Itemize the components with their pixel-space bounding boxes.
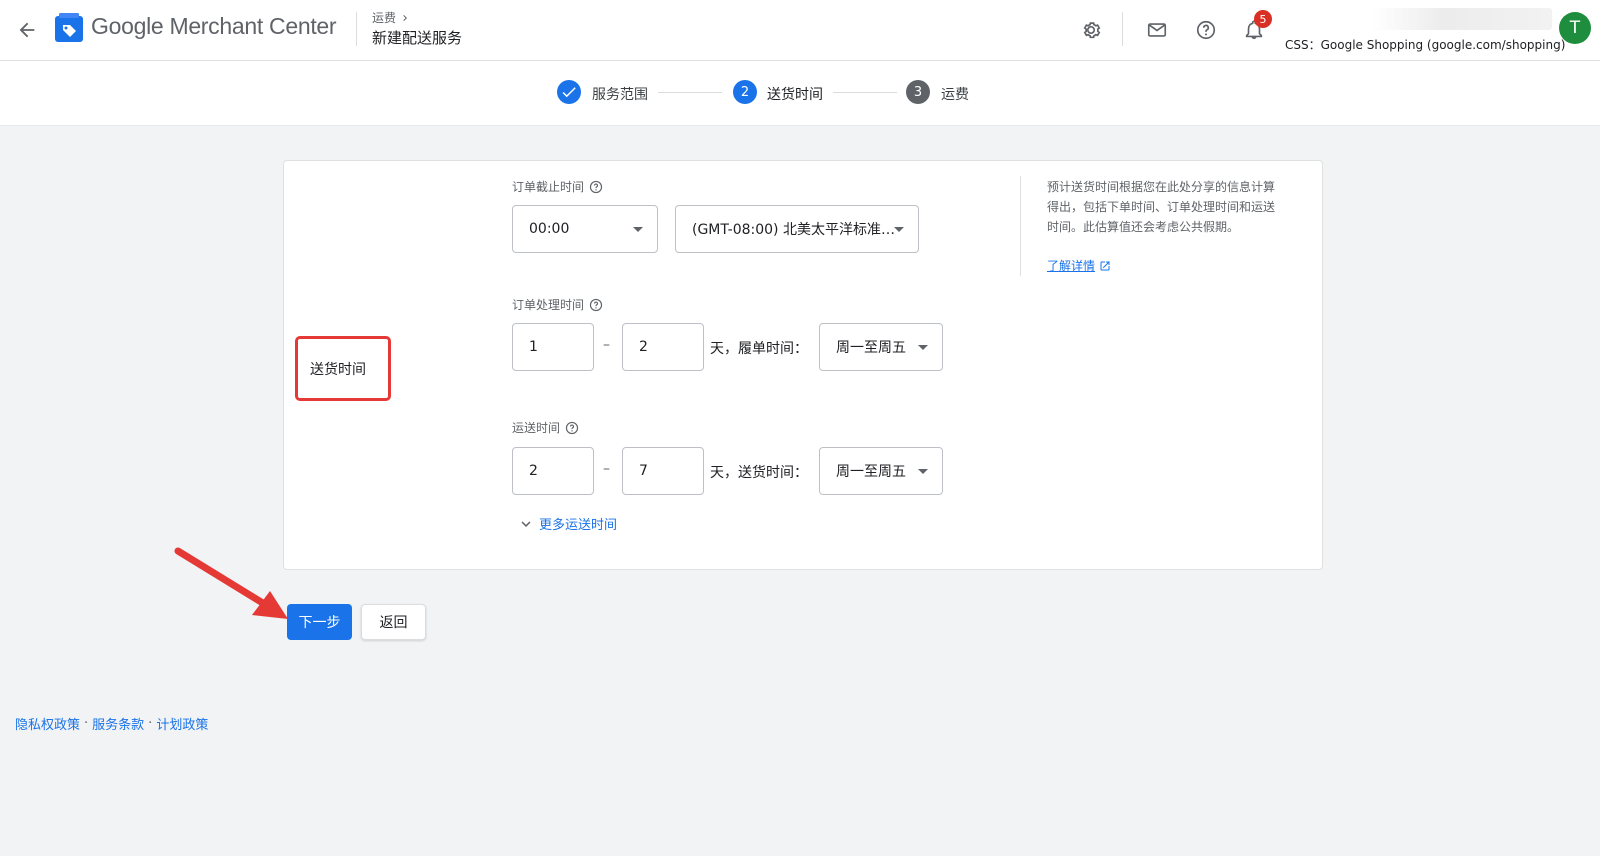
step-2-number: 2 bbox=[733, 80, 757, 104]
help-button[interactable] bbox=[1189, 13, 1223, 47]
transit-max-input[interactable] bbox=[622, 447, 704, 495]
handling-min-input[interactable] bbox=[512, 323, 594, 371]
check-icon bbox=[562, 87, 576, 98]
learn-more-text[interactable]: 了解详情 bbox=[1047, 257, 1095, 274]
cutoff-time-label-text: 订单截止时间 bbox=[512, 180, 585, 194]
annotation-arrow bbox=[174, 547, 288, 619]
handling-time-label-text: 订单处理时间 bbox=[512, 298, 585, 312]
header-divider bbox=[356, 12, 357, 46]
transit-help-icon[interactable] bbox=[565, 421, 579, 435]
account-name-redacted bbox=[1372, 8, 1552, 30]
step-2-label: 送货时间 bbox=[767, 87, 823, 103]
transit-suffix: 天，送货时间： bbox=[710, 465, 808, 481]
transit-range-dash: – bbox=[603, 461, 610, 477]
caret-down-icon bbox=[894, 227, 904, 232]
footer-separator: · bbox=[84, 716, 89, 731]
info-divider bbox=[1020, 176, 1021, 276]
breadcrumb-shipping[interactable]: 运费 bbox=[372, 9, 396, 26]
breadcrumb[interactable]: 运费 bbox=[372, 9, 411, 26]
cutoff-help-icon[interactable] bbox=[589, 180, 603, 194]
transit-days-select[interactable]: 周一至周五 bbox=[819, 447, 943, 495]
step-1-label: 服务范围 bbox=[592, 87, 648, 103]
info-text: 预计送货时间根据您在此处分享的信息计算得出，包括下单时间、订单处理时间和运送时间… bbox=[1047, 180, 1276, 234]
handling-help-icon[interactable] bbox=[589, 298, 603, 312]
settings-button[interactable] bbox=[1074, 13, 1108, 47]
handling-max-input[interactable] bbox=[622, 323, 704, 371]
gear-icon bbox=[1083, 22, 1101, 39]
caret-down-icon bbox=[918, 469, 928, 474]
stepper: 服务范围 2 送货时间 3 运费 bbox=[0, 61, 1600, 126]
transit-days-value: 周一至周五 bbox=[836, 464, 906, 480]
more-transit-times-text[interactable]: 更多运送时间 bbox=[539, 514, 617, 533]
header-icons-divider bbox=[1122, 12, 1123, 46]
messages-button[interactable] bbox=[1140, 13, 1174, 47]
more-transit-times-link[interactable]: 更多运送时间 bbox=[517, 514, 617, 533]
next-button[interactable]: 下一步 bbox=[287, 604, 352, 640]
section-label-delivery-time: 送货时间 bbox=[295, 336, 391, 401]
timezone-value: (GMT-08:00) 北美太平洋标准… bbox=[692, 222, 895, 238]
handling-range-dash: – bbox=[603, 337, 610, 353]
terms-of-service-link[interactable]: 服务条款 bbox=[92, 714, 144, 733]
help-icon bbox=[1196, 20, 1216, 40]
open-in-new-icon bbox=[1100, 261, 1110, 270]
page-title: 新建配送服务 bbox=[372, 29, 463, 47]
step-3-label: 运费 bbox=[941, 87, 969, 103]
back-button[interactable] bbox=[10, 13, 44, 47]
cutoff-time-label: 订单截止时间 bbox=[512, 178, 603, 195]
chevron-right-icon bbox=[403, 14, 408, 21]
arrow-back-icon bbox=[19, 22, 35, 38]
step-1-done-indicator bbox=[557, 80, 581, 104]
program-policies-link[interactable]: 计划政策 bbox=[156, 714, 208, 733]
back-step-button[interactable]: 返回 bbox=[361, 604, 426, 640]
handling-days-select[interactable]: 周一至周五 bbox=[819, 323, 943, 371]
privacy-policy-link[interactable]: 隐私权政策 bbox=[15, 714, 80, 733]
app-name: Google Merchant Center bbox=[91, 13, 337, 39]
handling-time-label: 订单处理时间 bbox=[512, 296, 603, 313]
transit-time-label: 运送时间 bbox=[512, 419, 579, 436]
notification-badge: 5 bbox=[1254, 10, 1272, 28]
avatar[interactable]: T bbox=[1559, 12, 1591, 44]
handling-days-value: 周一至周五 bbox=[836, 340, 906, 356]
step-connector-1 bbox=[658, 92, 722, 93]
transit-time-label-text: 运送时间 bbox=[512, 421, 561, 435]
learn-more-link[interactable]: 了解详情 bbox=[1047, 257, 1111, 274]
step-connector-2 bbox=[833, 92, 897, 93]
footer-links: 隐私权政策 · 服务条款 · 计划政策 bbox=[15, 714, 208, 733]
handling-suffix: 天，履单时间： bbox=[710, 341, 808, 357]
top-app-bar: Google Merchant Center 运费 新建配送服务 5 CSS：G… bbox=[0, 0, 1600, 61]
caret-down-icon bbox=[918, 345, 928, 350]
merchant-center-logo-icon bbox=[55, 13, 83, 42]
cutoff-time-select[interactable]: 00:00 bbox=[512, 205, 658, 253]
timezone-select[interactable]: (GMT-08:00) 北美太平洋标准… bbox=[675, 205, 919, 253]
transit-min-input[interactable] bbox=[512, 447, 594, 495]
account-css-line: CSS：Google Shopping (google.com/shopping… bbox=[1285, 38, 1566, 52]
cutoff-time-value: 00:00 bbox=[529, 221, 570, 237]
step-3-number: 3 bbox=[906, 80, 930, 104]
caret-down-icon bbox=[633, 227, 643, 232]
footer-separator: · bbox=[148, 716, 153, 731]
delivery-time-card: 送货时间 订单截止时间 00:00 (GMT-08:00) 北美太平洋标准… 订… bbox=[283, 160, 1323, 570]
chevron-down-icon bbox=[521, 520, 531, 527]
mail-icon bbox=[1147, 23, 1167, 37]
